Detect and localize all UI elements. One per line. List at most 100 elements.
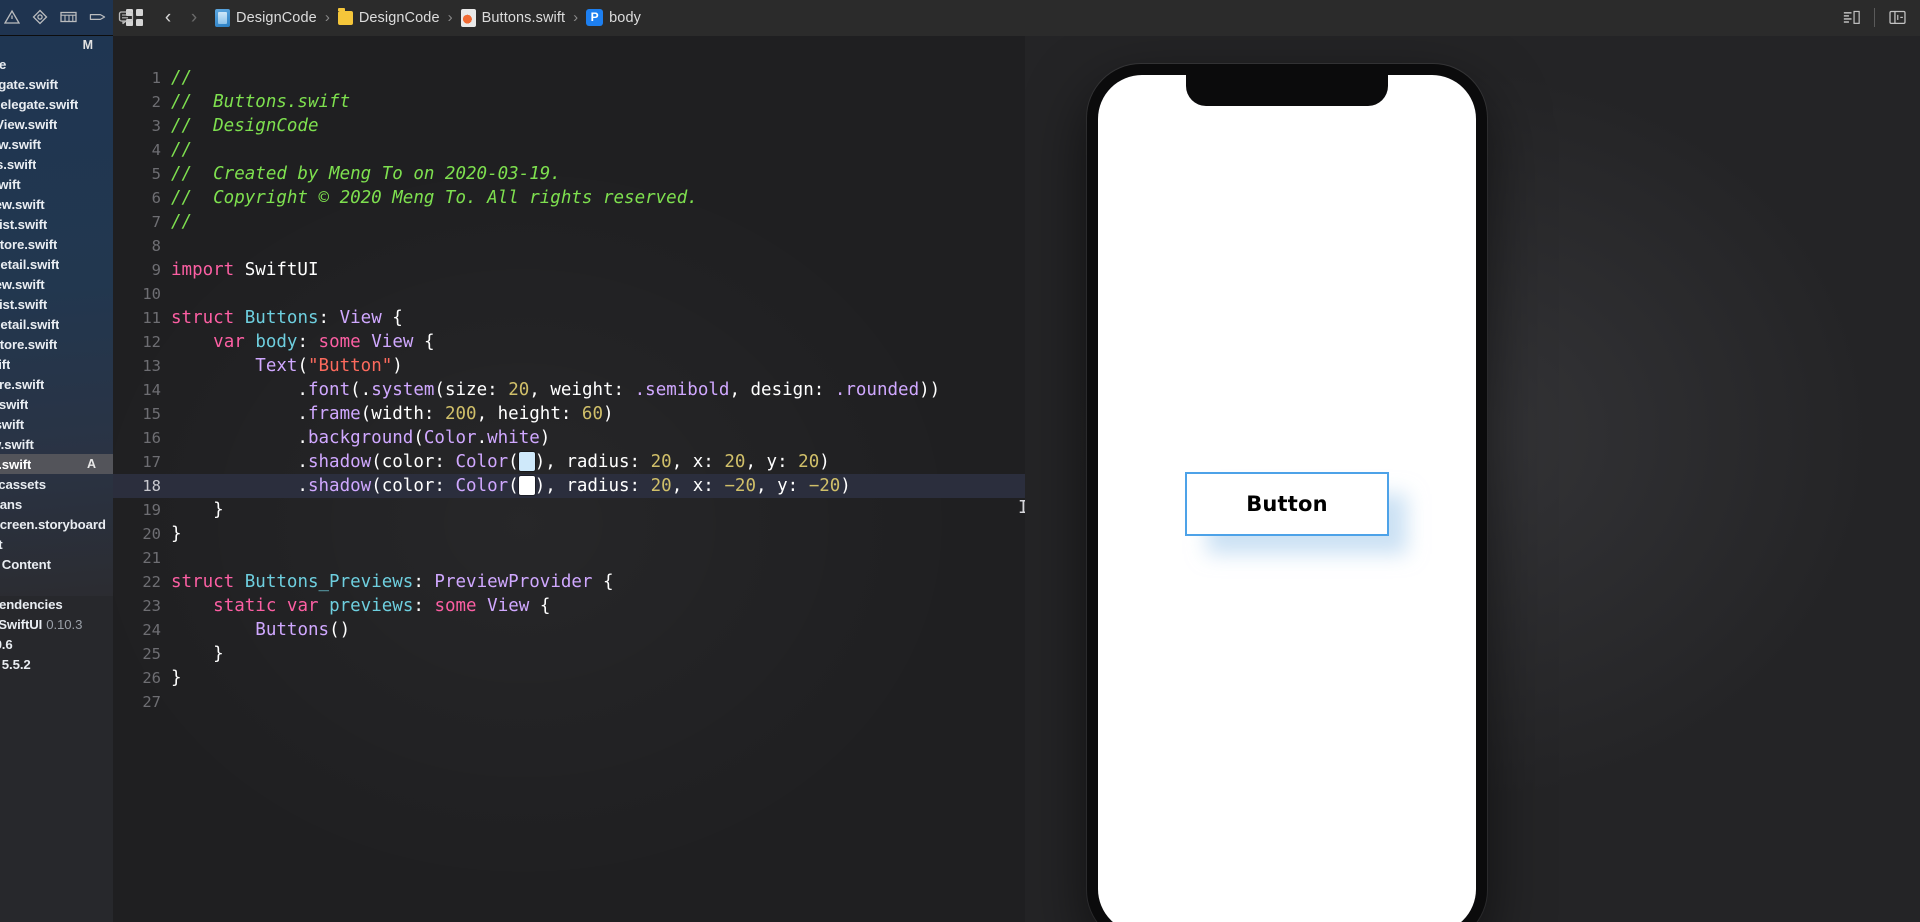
preview-button[interactable]: Button: [1185, 472, 1389, 536]
code-line[interactable]: 18 .shadow(color: Color(), radius: 20, x…: [113, 474, 1025, 498]
code-token: body: [255, 332, 298, 352]
breadcrumb: DesignCode › DesignCode › Buttons.swift …: [215, 7, 641, 27]
navigator-item[interactable]: ore.swift: [0, 374, 113, 394]
navigator-dependencies-label: pendencies: [0, 596, 63, 612]
navigator-item[interactable]: Detail.swift: [0, 314, 113, 334]
navigator-item[interactable]: ew.swift: [0, 134, 113, 154]
code-line[interactable]: 19 }: [113, 498, 1025, 522]
source-editor[interactable]: 1 // 2 // Buttons.swift 3 // DesignCode 4 // 5 //…: [113, 36, 1025, 922]
navigator-item[interactable]: .swift: [0, 414, 113, 434]
code-line[interactable]: 15 .frame(width: 200, height: 60): [113, 402, 1025, 426]
breadcrumb-item-project[interactable]: DesignCode: [215, 8, 317, 27]
navigator-dependency-item[interactable]: e 5.5.2: [0, 654, 113, 674]
navigator-item[interactable]: List.swift: [0, 214, 113, 234]
navigator-item[interactable]: v Content: [0, 554, 113, 574]
code-line[interactable]: 1 //: [113, 66, 1025, 90]
code-token: (size:: [434, 380, 509, 400]
line-number: 7: [151, 213, 161, 231]
navigator-item[interactable]: xcassets: [0, 474, 113, 494]
code-line[interactable]: 25 }: [113, 642, 1025, 666]
back-button[interactable]: ‹: [155, 5, 181, 31]
code-line[interactable]: 10: [113, 282, 1025, 306]
navigator-item[interactable]: st: [0, 534, 113, 554]
code-line[interactable]: 2 // Buttons.swift: [113, 90, 1025, 114]
property-icon: P: [586, 9, 604, 26]
forward-button[interactable]: ›: [181, 5, 207, 31]
code-line[interactable]: 21: [113, 546, 1025, 570]
editor-layout-icon[interactable]: [1889, 9, 1906, 26]
navigator-item[interactable]: Store.swift: [0, 234, 113, 254]
navigator-item[interactable]: de: [0, 54, 113, 74]
source-control-icon[interactable]: [32, 9, 48, 26]
code-line[interactable]: 7 //: [113, 210, 1025, 234]
code-line[interactable]: 14 .font(.system(size: 20, weight: .semi…: [113, 378, 1025, 402]
inspector-toggle-icon[interactable]: [1843, 9, 1860, 26]
color-swatch[interactable]: [518, 476, 535, 495]
code-token: ): [392, 356, 403, 376]
code-token: , design:: [729, 380, 835, 400]
navigator-dependencies-header[interactable]: pendencies: [0, 594, 113, 614]
warnings-icon[interactable]: [4, 9, 20, 26]
navigator-dependency-version: 0.10.3: [46, 616, 83, 632]
code-token: struct: [171, 308, 235, 328]
breadcrumb-item-symbol[interactable]: P body: [586, 9, 641, 26]
code-token: Buttons: [255, 620, 330, 640]
code-line[interactable]: 3 // DesignCode: [113, 114, 1025, 138]
navigator-item[interactable]: t.swift: [0, 394, 113, 414]
code-line[interactable]: 26}: [113, 666, 1025, 690]
project-navigator[interactable]: M de egate.swift Delegate.swift tView.swift…: [0, 36, 113, 922]
code-line[interactable]: 23 static var previews: some View {: [113, 594, 1025, 618]
code-token: //: [171, 212, 193, 232]
code-line[interactable]: 22 struct Buttons_Previews: PreviewProvid…: [113, 570, 1025, 594]
code-line[interactable]: 4 //: [113, 138, 1025, 162]
code-line[interactable]: 16 .background(Color.white): [113, 426, 1025, 450]
line-number: 13: [142, 357, 161, 375]
navigator-dependency-item[interactable]: .0.6: [0, 634, 113, 654]
code-line[interactable]: 20}: [113, 522, 1025, 546]
navigator-item[interactable]: iew.swift: [0, 194, 113, 214]
line-number: 5: [151, 165, 161, 183]
navigator-item[interactable]: egate.swift: [0, 74, 113, 94]
test-navigator-icon[interactable]: [60, 9, 77, 26]
code-line[interactable]: 9 import SwiftUI: [113, 258, 1025, 282]
line-number: 27: [142, 693, 161, 711]
navigator-item[interactable]: Detail.swift: [0, 254, 113, 274]
preview-canvas[interactable]: Button: [1025, 36, 1920, 922]
navigator-item[interactable]: vift: [0, 354, 113, 374]
code-token: (width:: [360, 404, 445, 424]
navigator-item[interactable]: Screen.storyboard: [0, 514, 113, 534]
navigator-item[interactable]: iew.swift: [0, 274, 113, 294]
navigator-item[interactable]: Store.swift: [0, 334, 113, 354]
code-line[interactable]: 12 var body: some View {: [113, 330, 1025, 354]
navigator-item[interactable]: List.swift: [0, 294, 113, 314]
code-token: SwiftUI: [234, 260, 319, 280]
code-line[interactable]: 13 Text("Button"): [113, 354, 1025, 378]
navigator-item[interactable]: w.swift: [0, 434, 113, 454]
breadcrumb-item-folder[interactable]: DesignCode: [337, 7, 440, 26]
device-notch: [1186, 75, 1388, 106]
navigator-item-label: ew.swift: [0, 136, 42, 152]
navigator-item[interactable]: Delegate.swift: [0, 94, 113, 114]
navigator-item[interactable]: swift: [0, 174, 113, 194]
code-line[interactable]: 27: [113, 690, 1025, 714]
code-line[interactable]: 17 .shadow(color: Color(), radius: 20, x…: [113, 450, 1025, 474]
code-line[interactable]: 5 // Created by Meng To on 2020-03-19.: [113, 162, 1025, 186]
color-swatch[interactable]: [518, 452, 535, 471]
code-token: PreviewProvider: [434, 572, 593, 592]
code-token: {: [381, 308, 403, 328]
code-token: var: [286, 596, 319, 616]
navigator-dependency-item[interactable]: eSwiftUI0.10.3: [0, 614, 113, 634]
breadcrumb-item-file[interactable]: Buttons.swift: [460, 8, 566, 27]
tag-navigator-icon[interactable]: [89, 9, 106, 26]
navigator-item[interactable]: tView.swift: [0, 114, 113, 134]
navigator-item[interactable]: s.swift A: [0, 454, 113, 474]
report-navigator-icon[interactable]: [118, 9, 134, 26]
code-line[interactable]: 8: [113, 234, 1025, 258]
code-line[interactable]: 6 // Copyright © 2020 Meng To. All rights…: [113, 186, 1025, 210]
navigator-item[interactable]: Sans: [0, 494, 113, 514]
code-line[interactable]: 11 struct Buttons: View {: [113, 306, 1025, 330]
navigator-item[interactable]: rs.swift: [0, 154, 113, 174]
code-line[interactable]: 24 Buttons(): [113, 618, 1025, 642]
